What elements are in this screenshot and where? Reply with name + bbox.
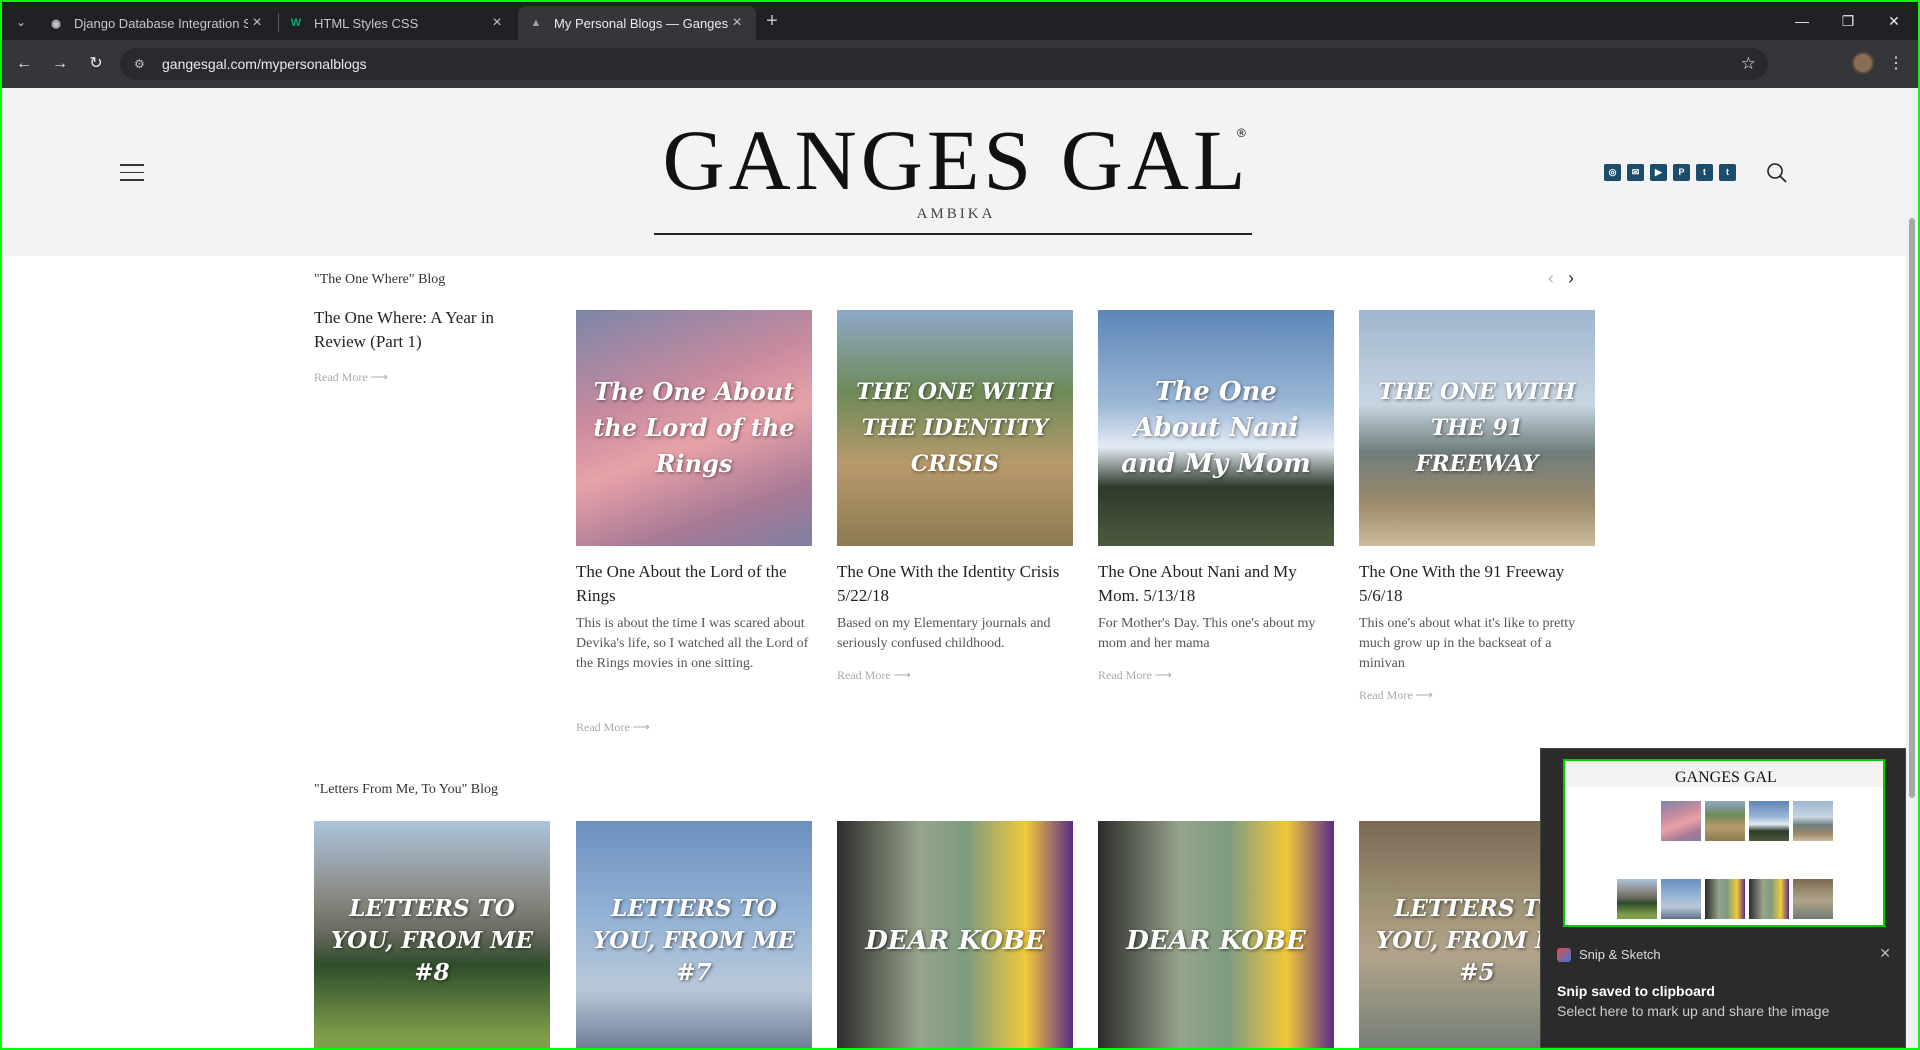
logo-divider xyxy=(654,233,1252,235)
forward-icon[interactable]: → xyxy=(48,52,72,76)
next-arrow-icon[interactable]: › xyxy=(1568,268,1574,289)
new-tab-button[interactable]: + xyxy=(760,10,784,34)
notification-app: Snip & Sketch xyxy=(1557,947,1661,962)
carousel-arrows: ‹ › xyxy=(1548,268,1574,289)
site-logo[interactable]: GANGES GAL xyxy=(656,110,1256,210)
post-excerpt: Based on my Elementary journals and seri… xyxy=(837,616,1051,651)
read-more-link[interactable]: Read More ⟶ xyxy=(1359,688,1595,703)
url-text: gangesgal.com/mypersonalblogs xyxy=(162,56,367,72)
registered-mark: ® xyxy=(1237,126,1246,140)
tab-title: HTML Styles CSS xyxy=(314,15,419,31)
post-image[interactable]: THE ONE WITH THE 91 FREEWAY xyxy=(1359,310,1595,546)
reload-icon[interactable]: ↻ xyxy=(84,52,108,76)
site-info-icon[interactable]: ⚙ xyxy=(134,57,150,71)
hamburger-menu-icon[interactable] xyxy=(120,164,144,182)
blog-card[interactable]: THE ONE WITH THE 91 FREEWAY The One With… xyxy=(1359,310,1595,703)
post-image[interactable]: The One About the Lord of the Rings xyxy=(576,310,812,546)
snip-notification[interactable]: GANGES GAL Snip & Sketch ✕ Snip saved to… xyxy=(1540,748,1906,1048)
post-title[interactable]: The One About the Lord of the Rings xyxy=(576,560,812,608)
site-icon: ▲ xyxy=(530,17,542,29)
site-header: GANGES GAL ® AMBIKA ◎ ✉ ▶ P t t xyxy=(2,88,1906,256)
close-icon[interactable]: × xyxy=(248,14,266,32)
post-excerpt: This one's about what it's like to prett… xyxy=(1359,616,1576,671)
image-overlay-text: LETTERS TO YOU, FROM ME #8 xyxy=(330,895,534,986)
address-bar[interactable]: ⚙ gangesgal.com/mypersonalblogs ☆ xyxy=(120,48,1768,80)
page-scrollbar[interactable] xyxy=(1906,88,1918,1048)
tumblr-icon[interactable]: t xyxy=(1719,164,1736,181)
post-image[interactable]: THE ONE WITH THE IDENTITY CRISIS xyxy=(837,310,1073,546)
minimize-button[interactable]: — xyxy=(1782,8,1822,34)
browser-window: ⌄ ◉ Django Database Integration St × W H… xyxy=(2,2,1918,1048)
tab-django[interactable]: ◉ Django Database Integration St × xyxy=(38,6,276,40)
search-icon[interactable] xyxy=(1766,162,1788,184)
restore-button[interactable]: ❐ xyxy=(1828,8,1868,34)
back-icon[interactable]: ← xyxy=(12,52,36,76)
prev-arrow-icon[interactable]: ‹ xyxy=(1548,268,1554,289)
image-overlay-text: LETTERS TO YOU, FROM ME #7 xyxy=(592,895,796,986)
letters-card[interactable]: DEAR KOBE xyxy=(1098,821,1334,1048)
section-title-one-where: "The One Where" Blog xyxy=(314,272,446,287)
tab-title: My Personal Blogs — Ganges G xyxy=(554,15,728,31)
bookmark-star-icon[interactable]: ☆ xyxy=(1741,54,1756,74)
email-icon[interactable]: ✉ xyxy=(1627,164,1644,181)
tab-html-styles[interactable]: W HTML Styles CSS × xyxy=(278,6,516,40)
profile-avatar[interactable] xyxy=(1852,52,1874,74)
read-more-link[interactable]: Read More ⟶ xyxy=(314,370,388,385)
tab-search-icon[interactable]: ⌄ xyxy=(10,11,32,33)
read-more-link[interactable]: Read More ⟶ xyxy=(1098,668,1334,683)
menu-icon[interactable]: ⋮ xyxy=(1888,52,1904,76)
image-overlay-text: DEAR KOBE xyxy=(1126,926,1306,956)
close-window-button[interactable]: ✕ xyxy=(1874,8,1914,34)
intro-post-title[interactable]: The One Where: A Year in Review (Part 1) xyxy=(314,306,550,354)
section-title-letters: "Letters From Me, To You" Blog xyxy=(314,782,499,797)
w3schools-icon: W xyxy=(290,17,302,29)
image-overlay-text: THE ONE WITH THE IDENTITY CRISIS xyxy=(856,379,1054,477)
read-more-link[interactable]: Read More ⟶ xyxy=(837,668,1073,683)
snip-sketch-icon xyxy=(1557,947,1571,962)
post-title[interactable]: The One With the Identity Crisis 5/22/18 xyxy=(837,560,1073,608)
notification-title: Snip saved to clipboard xyxy=(1557,983,1715,999)
youtube-icon[interactable]: ▶ xyxy=(1650,164,1667,181)
notification-subtitle: Select here to mark up and share the ima… xyxy=(1557,1003,1830,1019)
blog-card[interactable]: The One About the Lord of the Rings The … xyxy=(576,310,812,735)
site-tagline: AMBIKA xyxy=(916,206,996,222)
image-overlay-text: THE ONE WITH THE 91 FREEWAY xyxy=(1378,379,1576,477)
tab-my-personal-blogs[interactable]: ▲ My Personal Blogs — Ganges G × xyxy=(518,6,756,40)
image-overlay-text: The One About the Lord of the Rings xyxy=(593,377,795,478)
social-links: ◎ ✉ ▶ P t t xyxy=(1604,164,1736,181)
post-image[interactable]: The One About Nani and My Mom xyxy=(1098,310,1334,546)
blog-card[interactable]: The One About Nani and My Mom The One Ab… xyxy=(1098,310,1334,683)
close-icon[interactable]: × xyxy=(488,14,506,32)
pinterest-icon[interactable]: P xyxy=(1673,164,1690,181)
post-title[interactable]: The One About Nani and My Mom. 5/13/18 xyxy=(1098,560,1334,608)
image-overlay-text: DEAR KOBE xyxy=(865,926,1045,956)
post-excerpt: For Mother's Day. This one's about my mo… xyxy=(1098,616,1316,651)
read-more-link[interactable]: Read More ⟶ xyxy=(576,720,812,735)
app-name: Snip & Sketch xyxy=(1579,947,1661,962)
close-icon[interactable]: ✕ xyxy=(1879,945,1891,962)
close-icon[interactable]: × xyxy=(728,14,746,32)
post-title[interactable]: The One With the 91 Freeway 5/6/18 xyxy=(1359,560,1595,608)
letters-card[interactable]: DEAR KOBE xyxy=(837,821,1073,1048)
blog-card[interactable]: THE ONE WITH THE IDENTITY CRISIS The One… xyxy=(837,310,1073,683)
image-overlay-text: The One About Nani and My Mom xyxy=(1121,377,1311,479)
tab-title: Django Database Integration St xyxy=(74,15,248,31)
instagram-icon[interactable]: ◎ xyxy=(1604,164,1621,181)
post-excerpt: This is about the time I was scared abou… xyxy=(576,616,809,671)
twitter-icon[interactable]: t xyxy=(1696,164,1713,181)
tab-strip: ⌄ ◉ Django Database Integration St × W H… xyxy=(2,2,1918,40)
letters-card[interactable]: LETTERS TO YOU, FROM ME #7 xyxy=(576,821,812,1048)
snip-preview-image[interactable]: GANGES GAL xyxy=(1563,759,1885,927)
preview-logo: GANGES GAL xyxy=(1675,769,1777,786)
letters-card[interactable]: LETTERS TO YOU, FROM ME #8 xyxy=(314,821,550,1048)
browser-toolbar: ← → ↻ ⚙ gangesgal.com/mypersonalblogs ☆ … xyxy=(2,40,1918,88)
globe-icon: ◉ xyxy=(51,17,61,30)
scrollbar-thumb[interactable] xyxy=(1909,218,1915,798)
